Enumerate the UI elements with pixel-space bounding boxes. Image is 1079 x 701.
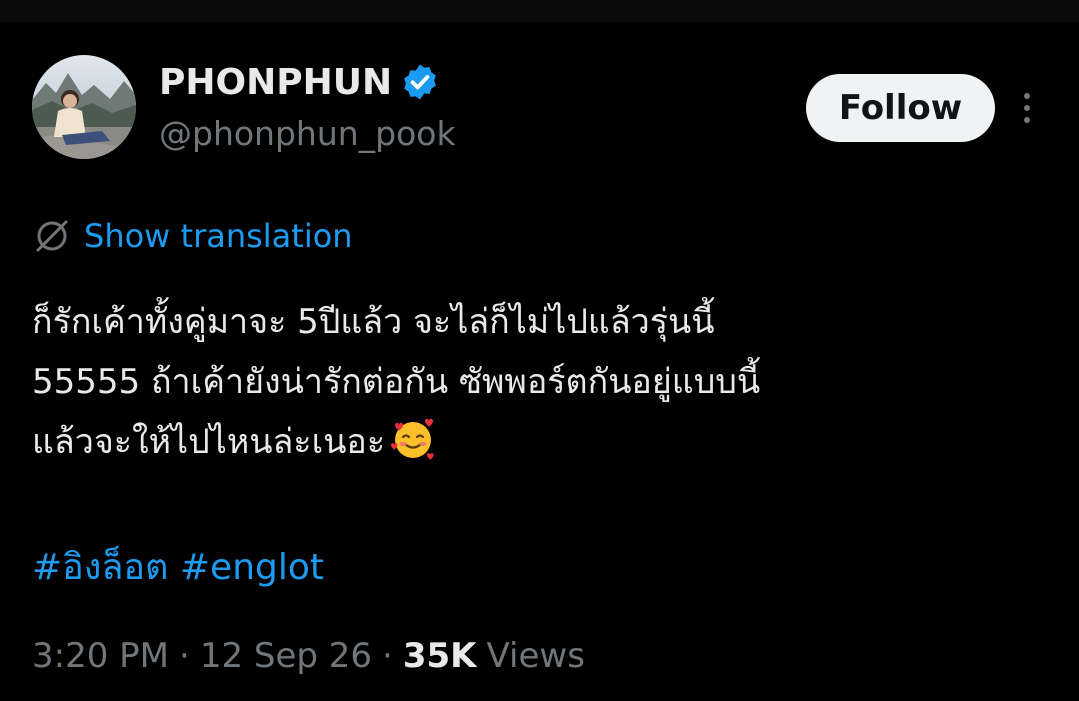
tweet-line-text: แล้วจะให้ไปไหนล่ะเนอะ	[32, 422, 386, 462]
tweet-date[interactable]: 12 Sep 26	[200, 636, 372, 676]
show-translation-button[interactable]: Show translation	[32, 214, 353, 258]
views-label: Views	[486, 636, 585, 676]
verified-badge-icon	[404, 64, 436, 100]
user-avatar-photo	[32, 55, 136, 159]
show-translation-label: Show translation	[84, 217, 353, 255]
hashtags: #อิงล็อต #englot	[32, 538, 324, 598]
user-handle[interactable]: @phonphun_pook	[159, 114, 456, 153]
hashtag-link[interactable]: #englot	[180, 547, 324, 588]
tweet-line-last: แล้วจะให้ไปไหนล่ะเนอะ	[32, 412, 1042, 472]
globe-slash-icon	[36, 220, 68, 252]
status-strip	[0, 0, 1079, 22]
smiling-face-with-hearts-icon	[391, 418, 434, 460]
meta-separator: ·	[382, 636, 393, 676]
display-name: PHONPHUN	[159, 61, 393, 103]
views-count: 35K	[402, 636, 477, 676]
tweet-line: ก็รักเค้าทั้งคู่มาจะ 5ปีแล้ว จะไล่ก็ไม่ไ…	[32, 302, 715, 342]
author-name-row[interactable]: PHONPHUN	[159, 58, 440, 106]
tweet-line: 55555 ถ้าเค้ายังน่ารักต่อกัน ซัพพอร์ตกัน…	[32, 362, 761, 402]
avatar[interactable]	[32, 55, 136, 159]
more-vertical-icon[interactable]	[1012, 88, 1042, 128]
tweet-text: ก็รักเค้าทั้งคู่มาจะ 5ปีแล้ว จะไล่ก็ไม่ไ…	[32, 292, 1042, 472]
follow-button[interactable]: Follow	[806, 74, 995, 142]
meta-separator: ·	[179, 636, 190, 676]
hashtag-link[interactable]: #อิงล็อต	[32, 547, 168, 588]
tweet-time[interactable]: 3:20 PM	[32, 636, 169, 676]
tweet-meta: 3:20 PM · 12 Sep 26 · 35K Views	[32, 628, 585, 684]
